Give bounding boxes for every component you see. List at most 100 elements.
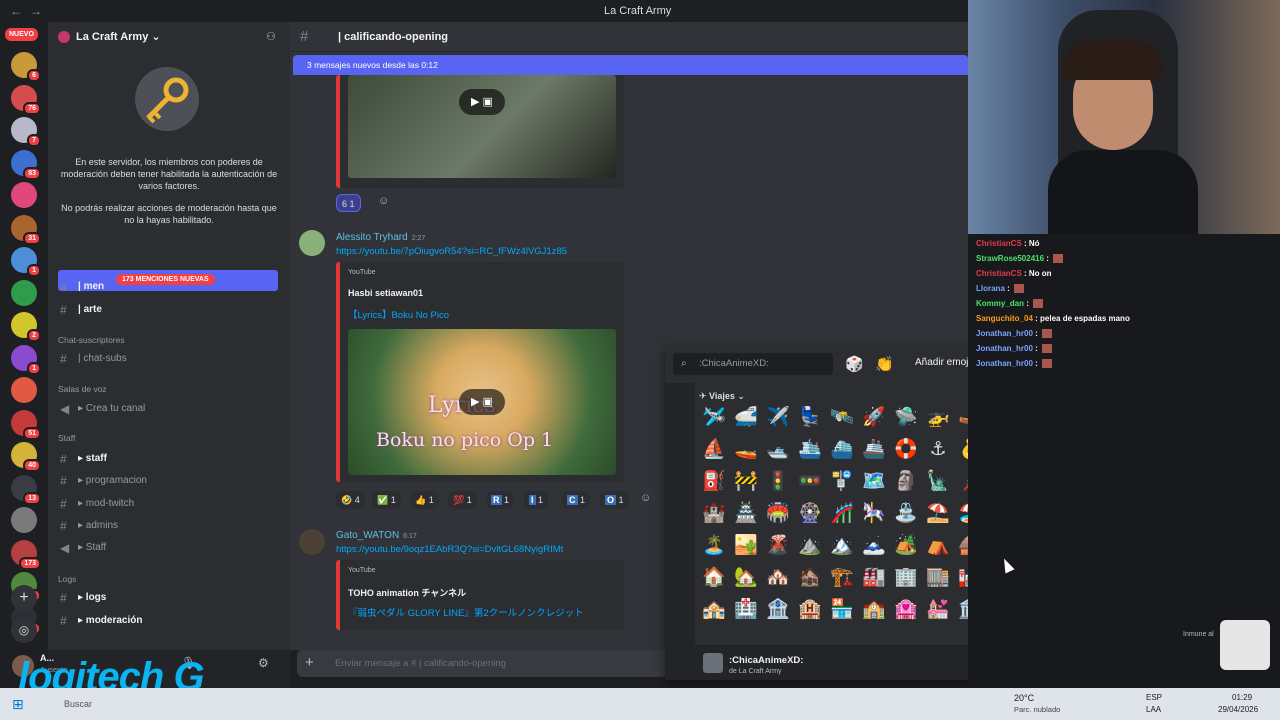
server-icon[interactable] bbox=[11, 279, 37, 306]
reaction-pill[interactable]: I 1 bbox=[524, 491, 549, 509]
emoji-cell[interactable]: 🏡 bbox=[733, 565, 759, 591]
emoji-cell[interactable]: ⛺ bbox=[925, 533, 951, 559]
emoji-cell[interactable]: 🏭 bbox=[861, 565, 887, 591]
emoji-cell[interactable]: 🚅 bbox=[733, 405, 759, 431]
channel-admins[interactable]: # ▸ admins bbox=[48, 517, 290, 535]
emoji-cell[interactable]: 🚥 bbox=[797, 469, 823, 495]
emoji-cell[interactable]: 🛳️ bbox=[797, 437, 823, 463]
emoji-cell[interactable]: 🚁 bbox=[925, 405, 951, 431]
play-icon[interactable]: ▶ ▣ bbox=[459, 89, 505, 115]
emoji-cell[interactable]: 🏨 bbox=[797, 597, 823, 623]
emoji-cell[interactable]: ⛽ bbox=[701, 469, 727, 495]
channel-staff-voice[interactable]: ◀ ▸ Staff bbox=[48, 539, 290, 557]
emoji-cell[interactable]: 🛰️ bbox=[829, 405, 855, 431]
server-icon[interactable]: 1 bbox=[11, 247, 41, 277]
emoji-cell[interactable]: 🚧 bbox=[733, 469, 759, 495]
reaction-pill[interactable]: O 1 bbox=[600, 491, 629, 509]
emoji-cell[interactable]: 🎡 bbox=[797, 501, 823, 527]
category-voice[interactable]: Salas de voz bbox=[58, 384, 107, 394]
emoji-cell[interactable]: 🛸 bbox=[893, 405, 919, 431]
emoji-cell[interactable]: 🎢 bbox=[829, 501, 855, 527]
reaction-pill[interactable]: C 1 bbox=[562, 491, 591, 509]
video-thumbnail[interactable]: ▶ ▣ bbox=[348, 75, 616, 178]
embed-author[interactable]: Hasbi setiawan01 bbox=[348, 288, 423, 298]
category-chat-subs[interactable]: Chat-suscriptores bbox=[58, 335, 125, 345]
emoji-cell[interactable]: 🗽 bbox=[925, 469, 951, 495]
message-link[interactable]: https://youtu.be/7pOiugvoR54?si=RC_fFWz4… bbox=[336, 246, 567, 257]
emoji-cell[interactable]: 🗿 bbox=[893, 469, 919, 495]
gear-icon[interactable]: ⚙ bbox=[258, 656, 269, 670]
emoji-cell[interactable]: ⛲ bbox=[893, 501, 919, 527]
emoji-cell[interactable]: 🎠 bbox=[861, 501, 887, 527]
emoji-category-header[interactable]: ✈ Viajes ⌄ bbox=[699, 391, 745, 402]
forward-arrow-icon[interactable]: → bbox=[30, 4, 42, 18]
emoji-cell[interactable]: 🚀 bbox=[861, 405, 887, 431]
emoji-cell[interactable]: 🏪 bbox=[829, 597, 855, 623]
emoji-cell[interactable]: 🚢 bbox=[861, 437, 887, 463]
add-emoji-button[interactable]: Añadir emoji bbox=[915, 357, 971, 368]
video-thumbnail[interactable]: Lyrics Boku no pico Op 1 ▶ ▣ bbox=[348, 329, 616, 475]
server-icon[interactable] bbox=[11, 377, 37, 403]
server-icon[interactable] bbox=[11, 182, 37, 208]
emoji-cell[interactable]: 🛟 bbox=[893, 437, 919, 463]
avatar[interactable] bbox=[299, 529, 325, 555]
reaction-1[interactable]: 6 1 bbox=[336, 194, 361, 212]
channel-moderacion[interactable]: # ▸ moderación bbox=[48, 612, 290, 630]
server-header[interactable]: La Craft Army ⌄ bbox=[58, 30, 161, 44]
back-arrow-icon[interactable]: ← bbox=[10, 4, 22, 18]
clock-date[interactable]: 29/04/2026 bbox=[1218, 705, 1258, 714]
category-staff[interactable]: Staff bbox=[58, 433, 75, 443]
reaction-pill[interactable]: 💯 1 bbox=[448, 491, 477, 509]
message-author[interactable]: Alessito Tryhard 2:27 bbox=[336, 232, 425, 243]
emoji-cell[interactable]: 🛩️ bbox=[701, 405, 727, 431]
avatar[interactable] bbox=[299, 230, 325, 256]
server-icon[interactable]: 1 bbox=[11, 344, 41, 375]
emoji-cell[interactable]: ⛰️ bbox=[797, 533, 823, 559]
embed-title[interactable]: 【Lyrics】Boku No Pico bbox=[348, 307, 449, 321]
server-icon[interactable]: 7 bbox=[11, 117, 41, 147]
skin-tone-icon[interactable]: 👏 bbox=[875, 355, 894, 373]
embed-title[interactable]: 『弱虫ペダル GLORY LINE』第2クールノンクレジット bbox=[348, 605, 584, 619]
reaction-pill[interactable]: 👍 1 bbox=[410, 491, 439, 509]
emoji-cell[interactable]: ⛴️ bbox=[829, 437, 855, 463]
emoji-cell[interactable]: 🚏 bbox=[829, 469, 855, 495]
emoji-cell[interactable]: ⚓ bbox=[925, 437, 951, 463]
stream-chat-user[interactable]: Kommy_dan bbox=[976, 299, 1024, 308]
emoji-cell[interactable]: 🏝️ bbox=[701, 533, 727, 559]
server-icon[interactable]: 13 bbox=[11, 474, 41, 505]
add-member-icon[interactable]: ⚇ bbox=[266, 30, 276, 43]
emoji-cell[interactable]: 🏜️ bbox=[733, 533, 759, 559]
add-attachment-icon[interactable]: + bbox=[305, 654, 314, 671]
emoji-cell[interactable]: 🏚️ bbox=[797, 565, 823, 591]
random-emoji-icon[interactable]: 🎲 bbox=[845, 355, 864, 373]
emoji-cell[interactable]: 💒 bbox=[925, 597, 951, 623]
emoji-cell[interactable]: ⛵ bbox=[701, 437, 727, 463]
channel-logs[interactable]: # ▸ logs bbox=[48, 589, 290, 607]
play-icon[interactable]: ▶ ▣ bbox=[459, 389, 505, 415]
emoji-cell[interactable]: ⛱️ bbox=[925, 501, 951, 527]
emoji-cell[interactable]: 🗻 bbox=[861, 533, 887, 559]
stream-chat-user[interactable]: Llorana bbox=[976, 284, 1005, 293]
emoji-cell[interactable]: ✈️ bbox=[765, 405, 791, 431]
channel-chat-subs[interactable]: # | chat-subs bbox=[48, 350, 290, 368]
emoji-cell[interactable]: 🏦 bbox=[765, 597, 791, 623]
emoji-cell[interactable]: 🏰 bbox=[701, 501, 727, 527]
server-icon[interactable]: 83 bbox=[11, 149, 41, 180]
stream-chat-user[interactable]: ChristianCS bbox=[976, 239, 1022, 248]
emoji-cell[interactable]: 🏔️ bbox=[829, 533, 855, 559]
server-icon[interactable]: 6 bbox=[11, 52, 41, 82]
reaction-pill[interactable]: ✅ 1 bbox=[372, 491, 401, 509]
stream-chat-user[interactable]: ChristianCS bbox=[976, 269, 1022, 278]
emoji-cell[interactable]: 🚤 bbox=[733, 437, 759, 463]
server-icon[interactable]: 76 bbox=[11, 84, 41, 115]
lang-variant[interactable]: LAA bbox=[1146, 705, 1161, 714]
channel-crea[interactable]: ◀ ▸ Crea tu canal bbox=[48, 400, 290, 418]
reaction-pill[interactable]: R 1 bbox=[486, 491, 515, 509]
emoji-cell[interactable]: 🛥️ bbox=[765, 437, 791, 463]
stream-chat-user[interactable]: Jonathan_hr00 bbox=[976, 344, 1033, 353]
message-link[interactable]: https://youtu.be/9oqz1EAbR3Q?si=DvltGL68… bbox=[336, 544, 563, 555]
emoji-cell[interactable]: 🏫 bbox=[861, 597, 887, 623]
stream-chat-user[interactable]: StrawRose502416 bbox=[976, 254, 1044, 263]
emoji-cell[interactable]: 🏬 bbox=[925, 565, 951, 591]
taskbar-search[interactable]: Buscar bbox=[64, 699, 92, 709]
